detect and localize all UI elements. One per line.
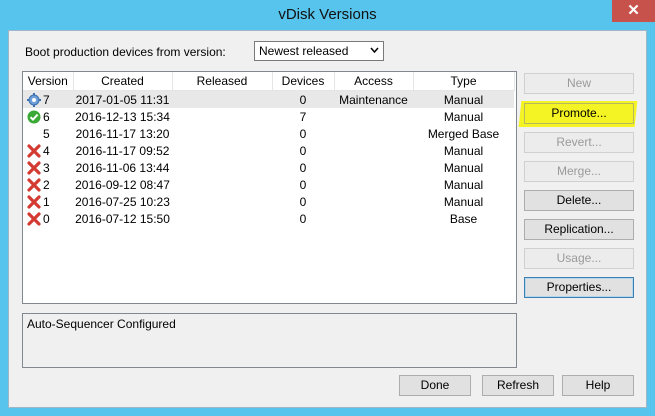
window-title: vDisk Versions: [278, 6, 377, 23]
row-created: 2016-07-25 10:23: [75, 194, 170, 209]
table-row[interactable]: 4 2016-11-17 09:52 0 Manual: [23, 142, 514, 159]
row-access: [334, 142, 413, 159]
row-version: 4: [43, 143, 50, 158]
chevron-down-icon: [370, 43, 379, 61]
col-header-created[interactable]: Created: [73, 72, 173, 91]
x-red-icon: [27, 143, 41, 158]
row-devices: 7: [299, 109, 307, 124]
row-type: Manual: [443, 143, 484, 158]
row-access: [334, 159, 413, 176]
replication-button[interactable]: Replication...: [524, 219, 634, 240]
row-access: [334, 210, 413, 227]
row-version: 2: [43, 177, 50, 192]
row-version: 3: [43, 160, 50, 175]
row-type: Manual: [443, 109, 484, 124]
table-row[interactable]: 1 2016-07-25 10:23 0 Manual: [23, 193, 514, 210]
versions-list[interactable]: Version Created Released Devices Access …: [22, 71, 517, 304]
row-released: [172, 142, 272, 159]
table-row[interactable]: 5 2016-11-17 13:20 0 Merged Base: [23, 125, 514, 142]
title-bar[interactable]: vDisk Versions ✕: [0, 0, 655, 30]
vdisk-versions-window: vDisk Versions ✕ Boot production devices…: [0, 0, 655, 416]
row-access: [334, 125, 413, 142]
row-created: 2016-09-12 08:47: [75, 177, 170, 192]
table-row[interactable]: 2 2016-09-12 08:47 0 Manual: [23, 176, 514, 193]
row-version: 6: [43, 109, 50, 124]
row-version: 0: [43, 211, 50, 226]
promote-button[interactable]: Promote...: [524, 103, 634, 124]
versions-table: Version Created Released Devices Access …: [23, 72, 515, 227]
table-row[interactable]: 3 2016-11-06 13:44 0 Manual: [23, 159, 514, 176]
dialog-body: Boot production devices from version: Ne…: [8, 30, 647, 408]
row-created: 2016-11-17 09:52: [75, 143, 170, 158]
boot-version-label: Boot production devices from version:: [25, 45, 226, 59]
row-access: [334, 108, 413, 125]
col-header-type[interactable]: Type: [413, 72, 515, 91]
row-access: Maintenance: [334, 90, 413, 108]
check-green-icon: [27, 110, 41, 124]
usage-button[interactable]: Usage...: [524, 248, 634, 269]
row-version: 7: [43, 92, 50, 107]
row-devices: 0: [299, 194, 307, 209]
row-devices: 0: [299, 143, 307, 158]
row-created: 2016-12-13 15:34: [75, 109, 170, 124]
x-red-icon: [27, 211, 41, 226]
row-type: Base: [449, 211, 478, 226]
row-type: Manual: [413, 90, 514, 108]
row-devices: 0: [299, 177, 307, 192]
x-red-icon: [27, 177, 41, 192]
table-header-row: Version Created Released Devices Access …: [23, 72, 515, 91]
properties-button[interactable]: Properties...: [524, 277, 634, 298]
row-type: Merged Base: [427, 126, 500, 141]
row-released: [172, 210, 272, 227]
col-header-devices[interactable]: Devices: [272, 72, 335, 91]
row-released: [172, 176, 272, 193]
row-access: [334, 193, 413, 210]
row-access: [334, 176, 413, 193]
boot-version-selected: Newest released: [259, 44, 349, 58]
row-version: 5: [43, 126, 50, 141]
row-created: 2017-01-05 11:31: [73, 90, 172, 108]
x-red-icon: [27, 160, 41, 175]
row-created: 2016-11-17 13:20: [75, 126, 170, 141]
version-description: Auto-Sequencer Configured: [22, 313, 517, 368]
delete-button[interactable]: Delete...: [524, 190, 634, 211]
help-button[interactable]: Help: [562, 375, 634, 396]
table-row[interactable]: 0 2016-07-12 15:50 0 Base: [23, 210, 514, 227]
close-button[interactable]: ✕: [612, 0, 655, 22]
row-released: [172, 108, 272, 125]
row-type: Manual: [443, 177, 484, 192]
new-button[interactable]: New: [524, 73, 634, 94]
row-created: 2016-07-12 15:50: [75, 211, 170, 226]
row-type: Manual: [443, 160, 484, 175]
refresh-button[interactable]: Refresh: [482, 375, 554, 396]
row-released: [172, 125, 272, 142]
row-version: 1: [43, 194, 50, 209]
merge-button[interactable]: Merge...: [524, 161, 634, 182]
row-devices: 0: [299, 126, 307, 141]
revert-button[interactable]: Revert...: [524, 132, 634, 153]
row-devices: 0: [272, 90, 334, 108]
row-devices: 0: [299, 160, 307, 175]
row-devices: 0: [299, 211, 307, 226]
col-header-released[interactable]: Released: [172, 72, 273, 91]
boot-version-dropdown[interactable]: Newest released: [254, 41, 384, 61]
table-row[interactable]: 7 2017-01-05 11:31 0 Maintenance Manual: [23, 90, 514, 108]
row-released: [172, 90, 272, 108]
done-button[interactable]: Done: [399, 375, 471, 396]
x-red-icon: [27, 194, 41, 209]
row-released: [172, 193, 272, 210]
gear-blue-icon: [27, 92, 41, 107]
table-row[interactable]: 6 2016-12-13 15:34 7 Manual: [23, 108, 514, 125]
row-released: [172, 159, 272, 176]
row-type: Manual: [443, 194, 484, 209]
col-header-access[interactable]: Access: [334, 72, 414, 91]
col-header-version[interactable]: Version: [23, 72, 74, 91]
row-created: 2016-11-06 13:44: [75, 160, 170, 175]
